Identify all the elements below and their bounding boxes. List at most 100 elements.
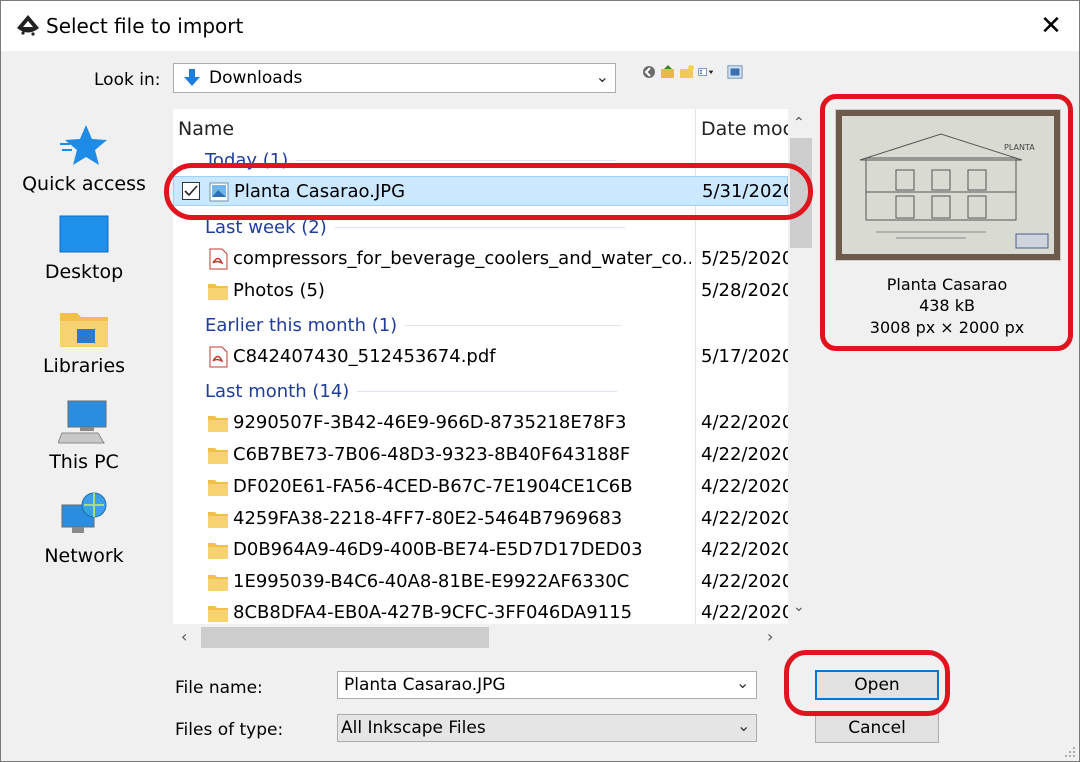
file-date: 4/22/2020 bbox=[701, 539, 788, 560]
look-in-dropdown[interactable]: Downloads ⌄ bbox=[173, 63, 616, 93]
file-row[interactable]: 4259FA38-2218-4FF7-80E2-5464B7969683 4/2… bbox=[173, 504, 788, 534]
group-header-today[interactable]: Today (1) bbox=[205, 150, 617, 171]
scroll-corner bbox=[788, 624, 814, 651]
file-row[interactable]: compressors_for_beverage_coolers_and_wat… bbox=[173, 244, 788, 274]
place-network[interactable]: Network bbox=[5, 491, 163, 567]
group-label: Earlier this month (1) bbox=[205, 315, 398, 336]
download-arrow-icon bbox=[184, 69, 200, 86]
file-date: 4/22/2020 bbox=[701, 571, 788, 592]
group-header-last-week[interactable]: Last week (2) bbox=[205, 217, 625, 238]
place-label: This PC bbox=[49, 451, 119, 473]
group-divider bbox=[357, 391, 618, 392]
vertical-scrollbar[interactable]: ⌃ ⌄ bbox=[788, 109, 814, 624]
image-file-icon bbox=[209, 182, 229, 202]
place-desktop[interactable]: Desktop bbox=[5, 215, 163, 283]
file-date: 4/22/2020 bbox=[701, 602, 788, 623]
pdf-icon bbox=[209, 248, 228, 270]
file-date: 4/22/2020 bbox=[701, 444, 788, 465]
file-name: compressors_for_beverage_coolers_and_wat… bbox=[233, 248, 691, 269]
file-name: 1E995039-B4C6-40A8-81BE-E9922AF6330C bbox=[233, 571, 630, 592]
horizontal-scroll-thumb[interactable] bbox=[201, 627, 489, 648]
file-date: 5/17/2020 bbox=[701, 346, 788, 367]
place-label: Desktop bbox=[44, 261, 124, 283]
file-type-value: All Inkscape Files bbox=[341, 718, 486, 738]
group-divider bbox=[296, 160, 617, 161]
file-list-viewport: Name Date moc Today (1) Planta Casarao.J… bbox=[173, 109, 788, 624]
file-name: D0B964A9-46D9-400B-BE74-E5D7D17DED03 bbox=[233, 539, 643, 560]
file-type-label: Files of type: bbox=[175, 720, 284, 740]
inkscape-icon bbox=[17, 15, 39, 36]
file-name: Planta Casarao.JPG bbox=[234, 181, 406, 202]
star-icon bbox=[60, 125, 107, 165]
computer-icon bbox=[58, 400, 107, 444]
group-header-last-month[interactable]: Last month (14) bbox=[205, 381, 618, 402]
column-header-name[interactable]: Name bbox=[178, 118, 234, 140]
place-label: Quick access bbox=[22, 173, 146, 195]
folder-icon bbox=[208, 416, 228, 432]
file-date: 5/28/2020 bbox=[701, 280, 788, 301]
folder-icon bbox=[208, 606, 228, 622]
chevron-down-icon: ⌄ bbox=[595, 67, 609, 86]
file-name: Photos (5) bbox=[233, 280, 325, 301]
file-row[interactable]: 9290507F-3B42-46E9-966D-8735218E78F3 4/2… bbox=[173, 408, 788, 438]
preview-file-name: Planta Casarao bbox=[886, 275, 1008, 294]
folder-icon bbox=[208, 480, 228, 496]
chevron-down-icon[interactable]: ⌄ bbox=[736, 673, 749, 692]
scroll-up-icon[interactable]: ⌃ bbox=[793, 115, 805, 131]
file-row[interactable]: 8CB8DFA4-EB0A-427B-9CFC-3FF046DA9115 4/2… bbox=[173, 598, 788, 624]
file-row[interactable]: Photos (5) 5/28/2020 bbox=[173, 276, 788, 306]
place-label: Network bbox=[44, 545, 124, 567]
close-button[interactable]: ✕ bbox=[1023, 1, 1079, 51]
preview-toggle-icon[interactable] bbox=[727, 64, 743, 80]
scroll-right-icon[interactable]: › bbox=[767, 627, 773, 646]
file-name: 8CB8DFA4-EB0A-427B-9CFC-3FF046DA9115 bbox=[233, 602, 633, 623]
file-row[interactable]: DF020E61-FA56-4CED-B67C-7E1904CE1C6B 4/2… bbox=[173, 472, 788, 502]
libraries-icon bbox=[60, 313, 108, 347]
cancel-button[interactable]: Cancel bbox=[815, 713, 939, 743]
preview-thumbnail: PLANTA bbox=[835, 109, 1061, 261]
group-label: Last month (14) bbox=[205, 381, 350, 402]
folder-icon bbox=[208, 543, 228, 559]
horizontal-scrollbar[interactable]: ‹ › bbox=[173, 624, 788, 651]
file-list: Name Date moc Today (1) Planta Casarao.J… bbox=[173, 109, 814, 651]
column-header-date[interactable]: Date moc bbox=[701, 118, 788, 140]
file-row-selected[interactable]: Planta Casarao.JPG 5/31/2020 bbox=[173, 176, 788, 206]
file-date: 5/31/2020 bbox=[702, 181, 788, 202]
open-button[interactable]: Open bbox=[815, 670, 939, 700]
scroll-down-icon[interactable]: ⌄ bbox=[793, 599, 805, 615]
folder-icon bbox=[208, 448, 228, 464]
file-name: 9290507F-3B42-46E9-966D-8735218E78F3 bbox=[233, 412, 627, 433]
group-label: Today (1) bbox=[205, 150, 289, 171]
up-folder-icon[interactable] bbox=[660, 64, 676, 80]
pdf-icon bbox=[209, 346, 228, 368]
place-quick-access[interactable]: Quick access bbox=[5, 123, 163, 195]
place-this-pc[interactable]: This PC bbox=[5, 399, 163, 473]
file-name: C6B7BE73-7B06-48D3-9323-8B40F643188F bbox=[233, 444, 631, 465]
network-icon bbox=[61, 492, 107, 533]
title-bar: Select file to import ✕ bbox=[1, 1, 1079, 51]
look-in-value: Downloads bbox=[209, 68, 303, 88]
new-folder-icon[interactable] bbox=[679, 64, 695, 80]
file-row[interactable]: C6B7BE73-7B06-48D3-9323-8B40F643188F 4/2… bbox=[173, 440, 788, 470]
file-name-label: File name: bbox=[175, 678, 263, 698]
vertical-scroll-thumb[interactable] bbox=[790, 138, 812, 248]
place-libraries[interactable]: Libraries bbox=[5, 307, 163, 377]
group-header-earlier-this-month[interactable]: Earlier this month (1) bbox=[205, 315, 622, 336]
file-row[interactable]: 1E995039-B4C6-40A8-81BE-E9922AF6330C 4/2… bbox=[173, 567, 788, 597]
scroll-left-icon[interactable]: ‹ bbox=[181, 627, 187, 646]
file-row[interactable]: D0B964A9-46D9-400B-BE74-E5D7D17DED03 4/2… bbox=[173, 535, 788, 565]
checkbox-checked[interactable] bbox=[182, 182, 200, 200]
folder-icon bbox=[208, 575, 228, 591]
back-icon[interactable] bbox=[641, 64, 657, 80]
file-name-input[interactable] bbox=[337, 671, 757, 699]
resize-grip-icon[interactable] bbox=[1064, 746, 1076, 758]
file-name: DF020E61-FA56-4CED-B67C-7E1904CE1C6B bbox=[233, 476, 633, 497]
file-type-dropdown[interactable]: All Inkscape Files ⌄ bbox=[337, 714, 757, 742]
folder-icon bbox=[208, 512, 228, 528]
view-menu-icon[interactable] bbox=[698, 64, 714, 80]
file-date: 5/25/2020 bbox=[701, 248, 788, 269]
file-date: 4/22/2020 bbox=[701, 476, 788, 497]
file-row[interactable]: C842407430_512453674.pdf 5/17/2020 bbox=[173, 342, 788, 372]
close-icon: ✕ bbox=[1040, 11, 1062, 41]
thumbnail-caption: PLANTA bbox=[1004, 143, 1035, 152]
